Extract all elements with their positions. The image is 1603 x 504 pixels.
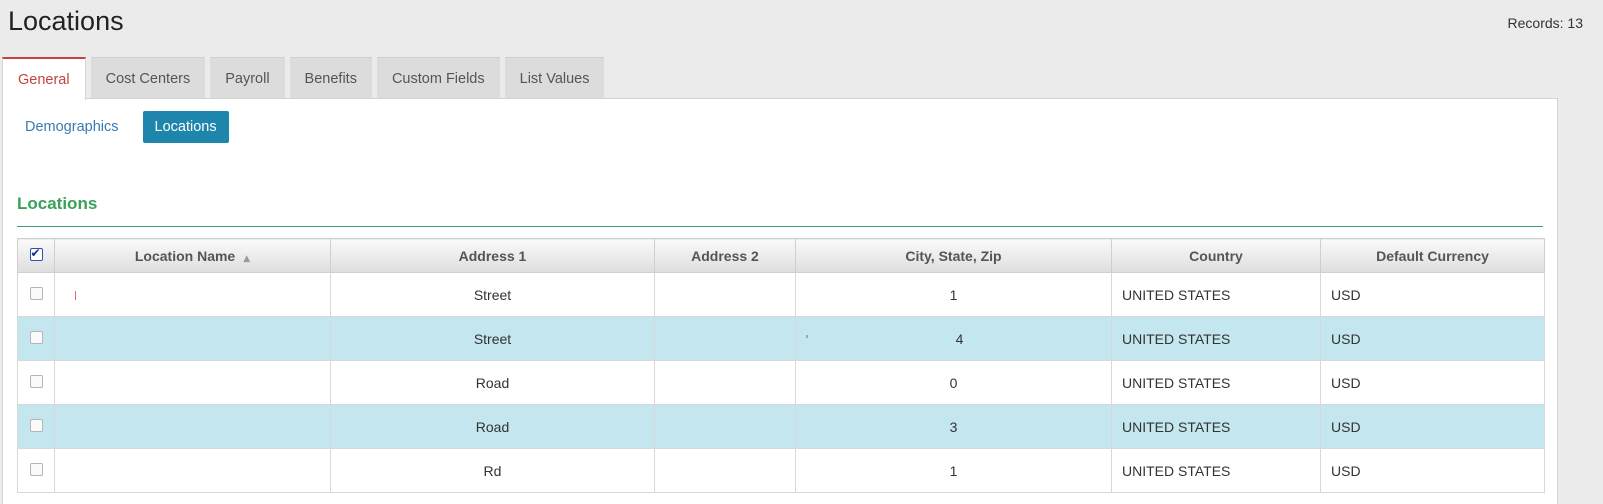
table-row[interactable]: Road 3 UNITED STATES USD <box>17 404 1545 449</box>
currency-cell: USD <box>1320 272 1545 317</box>
city-state-zip-cell: 0 <box>795 360 1112 405</box>
country-cell: UNITED STATES <box>1111 360 1321 405</box>
column-header-location-name[interactable]: Location Name ▲ <box>54 238 331 273</box>
column-header-city-state-zip[interactable]: City, State, Zip <box>795 238 1112 273</box>
sort-ascending-icon: ▲ <box>243 253 251 264</box>
subtab-demographics[interactable]: Demographics <box>13 111 131 143</box>
row-checkbox[interactable] <box>29 286 43 300</box>
address-2-cell <box>654 404 796 449</box>
select-all-header[interactable] <box>17 238 55 273</box>
row-select-cell <box>17 448 55 493</box>
location-name-cell[interactable] <box>54 404 331 449</box>
currency-cell: USD <box>1320 404 1545 449</box>
locations-table: Location Name ▲ Address 1 Address 2 City,… <box>17 238 1545 493</box>
select-all-checkbox[interactable] <box>29 246 43 261</box>
city-state-zip-cell: 4 <box>795 316 1112 361</box>
tab-general[interactable]: General <box>2 57 86 100</box>
column-header-address-2[interactable]: Address 2 <box>654 238 796 273</box>
general-panel: Demographics Locations Locations Locatio… <box>2 98 1558 504</box>
location-name-cell[interactable] <box>54 272 331 317</box>
column-header-default-currency[interactable]: Default Currency <box>1320 238 1545 273</box>
subtab-locations[interactable]: Locations <box>142 111 229 143</box>
row-checkbox[interactable] <box>29 374 43 388</box>
section-divider <box>17 226 1543 227</box>
country-cell: UNITED STATES <box>1111 316 1321 361</box>
city-state-zip-cell: 1 <box>795 448 1112 493</box>
row-checkbox[interactable] <box>29 330 43 344</box>
city-state-zip-cell: 3 <box>795 404 1112 449</box>
address-1-cell: Street <box>330 316 655 361</box>
location-name-marker <box>75 291 76 301</box>
address-1-cell: Street <box>330 272 655 317</box>
row-select-cell <box>17 360 55 405</box>
table-row[interactable]: Street 4 UNITED STATES USD <box>17 316 1545 361</box>
row-checkbox[interactable] <box>29 418 43 432</box>
tab-benefits[interactable]: Benefits <box>289 57 372 99</box>
records-count: Records: 13 <box>1507 15 1583 31</box>
tab-payroll[interactable]: Payroll <box>210 57 285 99</box>
row-select-cell <box>17 316 55 361</box>
location-name-cell[interactable] <box>54 360 331 405</box>
table-row[interactable]: Rd 1 UNITED STATES USD <box>17 448 1545 493</box>
address-1-cell: Road <box>330 360 655 405</box>
table-header-row: Location Name ▲ Address 1 Address 2 City,… <box>17 238 1545 273</box>
currency-cell: USD <box>1320 360 1545 405</box>
currency-cell: USD <box>1320 316 1545 361</box>
tab-list-values[interactable]: List Values <box>504 57 605 99</box>
table-row[interactable]: Road 0 UNITED STATES USD <box>17 360 1545 405</box>
column-header-address-1[interactable]: Address 1 <box>330 238 655 273</box>
main-tabs: General Cost Centers Payroll Benefits Cu… <box>2 57 605 100</box>
address-2-cell <box>654 316 796 361</box>
address-2-cell <box>654 360 796 405</box>
address-2-cell <box>654 448 796 493</box>
row-checkbox[interactable] <box>29 462 43 476</box>
address-2-cell <box>654 272 796 317</box>
table-row[interactable]: Street 1 UNITED STATES USD <box>17 272 1545 317</box>
row-select-cell <box>17 272 55 317</box>
address-1-cell: Rd <box>330 448 655 493</box>
row-select-cell <box>17 404 55 449</box>
currency-cell: USD <box>1320 448 1545 493</box>
country-cell: UNITED STATES <box>1111 404 1321 449</box>
city-state-zip-cell: 1 <box>795 272 1112 317</box>
country-cell: UNITED STATES <box>1111 272 1321 317</box>
sub-tabs: Demographics Locations <box>13 111 229 143</box>
tab-cost-centers[interactable]: Cost Centers <box>90 57 206 99</box>
country-cell: UNITED STATES <box>1111 448 1321 493</box>
address-1-cell: Road <box>330 404 655 449</box>
location-name-cell[interactable] <box>54 448 331 493</box>
column-header-country[interactable]: Country <box>1111 238 1321 273</box>
location-name-cell[interactable] <box>54 316 331 361</box>
column-label: Location Name <box>134 247 236 264</box>
section-title: Locations <box>17 194 98 213</box>
tab-custom-fields[interactable]: Custom Fields <box>376 57 500 99</box>
page-title: Locations <box>8 6 124 36</box>
city-marker <box>806 334 808 338</box>
